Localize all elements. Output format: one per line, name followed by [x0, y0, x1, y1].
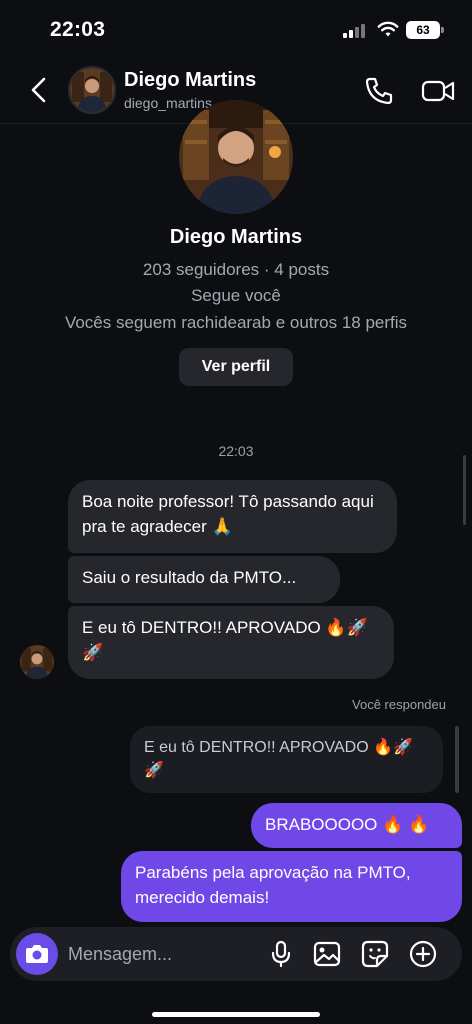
avatar[interactable]: [68, 66, 116, 114]
add-icon[interactable]: [408, 939, 438, 969]
profile-stats: 203 seguidores · 4 posts: [142, 260, 330, 279]
mutual-followers: Vocês seguem rachidearab e outros 18 per…: [64, 313, 408, 332]
video-call-icon[interactable]: [420, 76, 456, 106]
status-time: 22:03: [50, 18, 106, 41]
status-bar: 22:03 63: [0, 0, 472, 60]
gallery-icon[interactable]: [312, 939, 342, 969]
cellular-signal-icon: [343, 22, 369, 38]
back-arrow-icon[interactable]: [26, 74, 54, 106]
wifi-icon: [377, 21, 399, 37]
camera-icon: [26, 945, 48, 963]
home-indicator[interactable]: [152, 1012, 320, 1017]
microphone-icon[interactable]: [266, 939, 296, 969]
phone-call-icon[interactable]: [364, 76, 394, 106]
sender-photo: [20, 645, 54, 679]
message-timestamp: 22:03: [218, 443, 254, 459]
message-composer: [10, 927, 462, 981]
profile-photo: [179, 100, 293, 214]
scrollbar[interactable]: [463, 455, 466, 525]
battery-icon: 63: [406, 21, 440, 39]
battery-nub: [441, 27, 444, 33]
replied-label: Você respondeu: [352, 697, 446, 712]
reply-quote[interactable]: E eu tô DENTRO!! APROVADO 🔥🚀🚀: [130, 726, 443, 793]
incoming-message[interactable]: Saiu o resultado da PMTO...: [68, 556, 340, 603]
incoming-message[interactable]: Boa noite professor! Tô passando aqui pr…: [68, 480, 397, 553]
outgoing-message[interactable]: Parabéns pela aprovação na PMTO, merecid…: [121, 851, 462, 922]
profile-name: Diego Martins: [169, 226, 303, 248]
sender-avatar[interactable]: [20, 645, 54, 679]
contact-name[interactable]: Diego Martins: [124, 69, 256, 92]
reply-quote-bar: [455, 726, 459, 793]
profile-avatar[interactable]: [179, 100, 293, 214]
view-profile-button[interactable]: Ver perfil: [179, 348, 293, 386]
incoming-message[interactable]: E eu tô DENTRO!! APROVADO 🔥🚀 🚀: [68, 606, 394, 679]
camera-button[interactable]: [16, 933, 58, 975]
avatar-photo: [70, 68, 114, 112]
message-input[interactable]: [68, 927, 258, 981]
follows-you-label: Segue você: [191, 286, 281, 305]
sticker-icon[interactable]: [360, 939, 390, 969]
outgoing-message[interactable]: BRABOOOOO 🔥 🔥: [251, 803, 462, 848]
